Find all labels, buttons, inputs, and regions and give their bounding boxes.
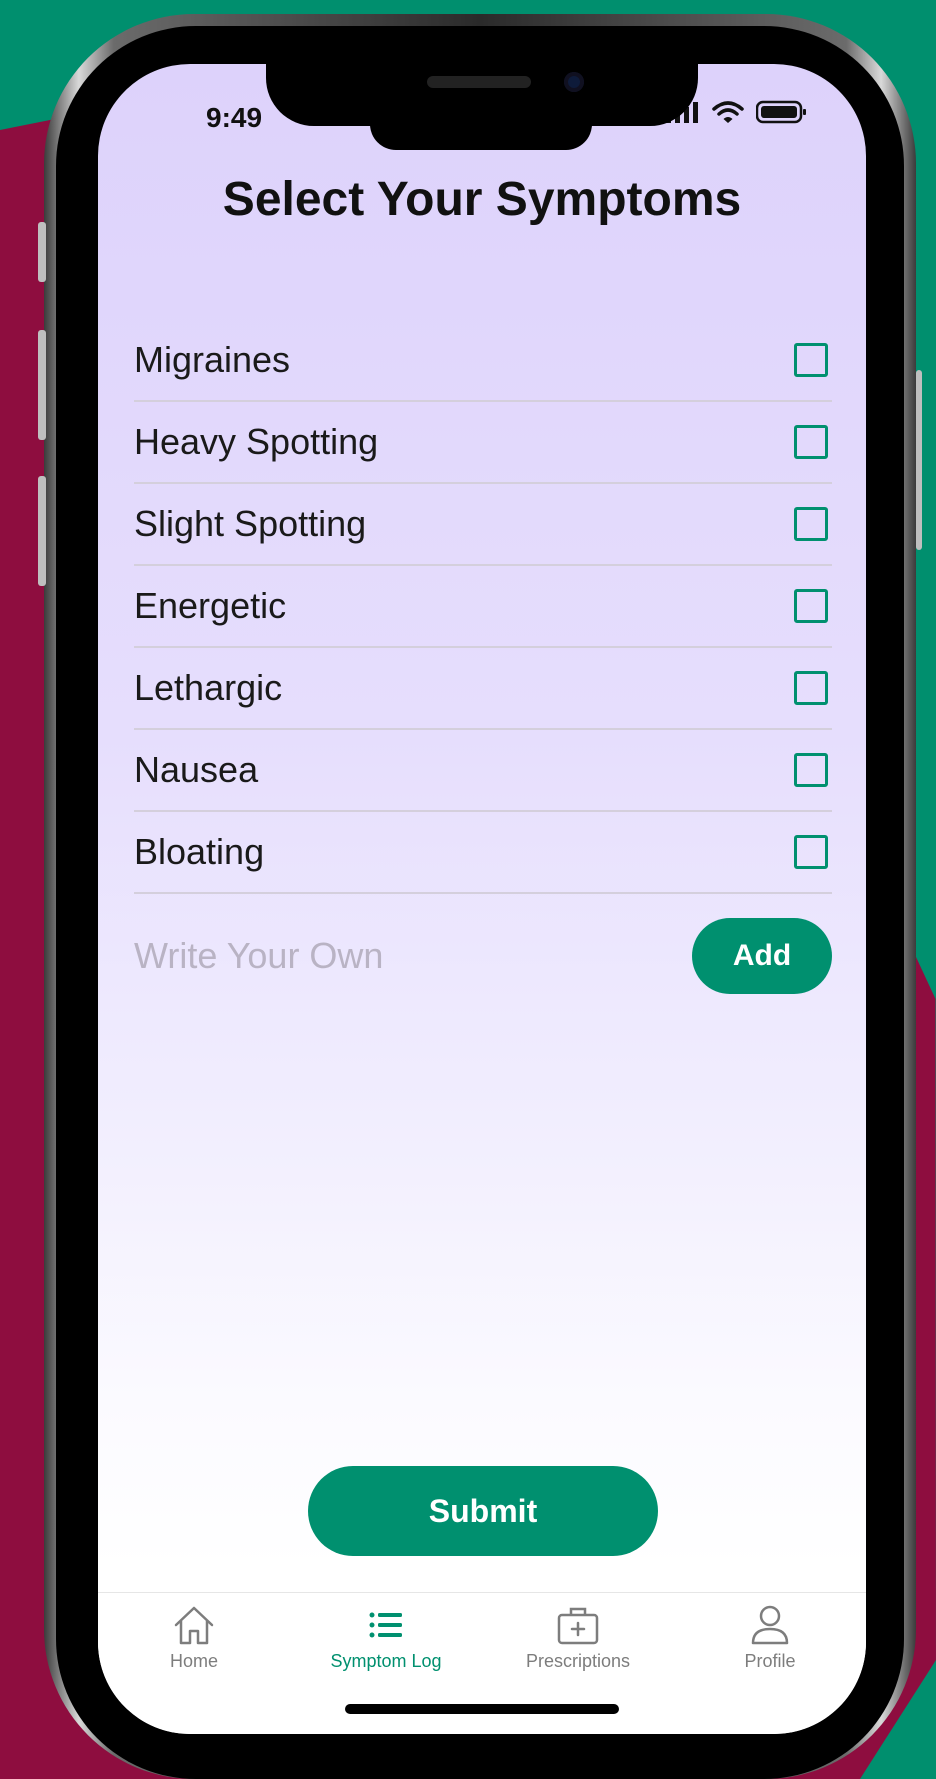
- front-camera: [564, 72, 584, 92]
- custom-symptom-input[interactable]: [134, 935, 574, 977]
- medical-kit-icon: [557, 1607, 599, 1645]
- symptom-label: Energetic: [134, 585, 287, 626]
- tab-home[interactable]: Home: [98, 1593, 290, 1734]
- silent-switch: [38, 222, 46, 282]
- volume-up-button: [38, 330, 46, 440]
- symptom-checkbox-energetic[interactable]: [794, 589, 828, 623]
- symptom-label: Bloating: [134, 831, 265, 872]
- custom-symptom-row: Add: [134, 916, 832, 996]
- symptom-row-bloating[interactable]: Bloating: [134, 812, 832, 894]
- symptom-row-nausea[interactable]: Nausea: [134, 730, 832, 812]
- symptom-label: Migraines: [134, 339, 291, 380]
- wifi-icon: [712, 101, 744, 123]
- home-indicator[interactable]: [345, 1704, 619, 1714]
- symptom-row-migraines[interactable]: Migraines: [134, 320, 832, 402]
- symptom-label: Heavy Spotting: [134, 421, 379, 462]
- page-title: Select Your Symptoms: [222, 173, 742, 226]
- home-icon: [174, 1606, 214, 1645]
- symptom-row-slight-spotting[interactable]: Slight Spotting: [134, 484, 832, 566]
- tab-label: Home: [169, 1651, 218, 1671]
- tab-label: Prescriptions: [525, 1651, 631, 1671]
- symptom-checkbox-bloating[interactable]: [794, 835, 828, 869]
- symptom-checkbox-heavy-spotting[interactable]: [794, 425, 828, 459]
- app-screen: 9:49 Select Your Symptoms Migraines Heav…: [98, 64, 866, 1734]
- symptom-checkbox-lethargic[interactable]: [794, 671, 828, 705]
- battery-icon: [756, 100, 806, 124]
- tab-profile[interactable]: Profile: [674, 1593, 866, 1734]
- volume-down-button: [38, 476, 46, 586]
- status-time: 9:49: [206, 102, 263, 133]
- list-icon: [369, 1612, 402, 1638]
- tab-label: Symptom Log: [330, 1651, 442, 1671]
- submit-button[interactable]: Submit: [308, 1466, 658, 1556]
- symptom-row-heavy-spotting[interactable]: Heavy Spotting: [134, 402, 832, 484]
- symptom-list: Migraines Heavy Spotting Slight Spotting…: [134, 320, 832, 894]
- tab-label: Profile: [744, 1651, 796, 1671]
- symptom-label: Slight Spotting: [134, 503, 367, 544]
- symptom-row-energetic[interactable]: Energetic: [134, 566, 832, 648]
- notch-lower: [370, 114, 592, 150]
- symptom-label: Nausea: [134, 749, 259, 790]
- speaker-grille: [427, 76, 531, 88]
- person-icon: [751, 1605, 789, 1645]
- symptom-label: Lethargic: [134, 667, 283, 708]
- add-button[interactable]: Add: [692, 918, 832, 994]
- symptom-row-lethargic[interactable]: Lethargic: [134, 648, 832, 730]
- symptom-checkbox-nausea[interactable]: [794, 753, 828, 787]
- symptom-checkbox-slight-spotting[interactable]: [794, 507, 828, 541]
- power-button: [916, 370, 922, 550]
- symptom-checkbox-migraines[interactable]: [794, 343, 828, 377]
